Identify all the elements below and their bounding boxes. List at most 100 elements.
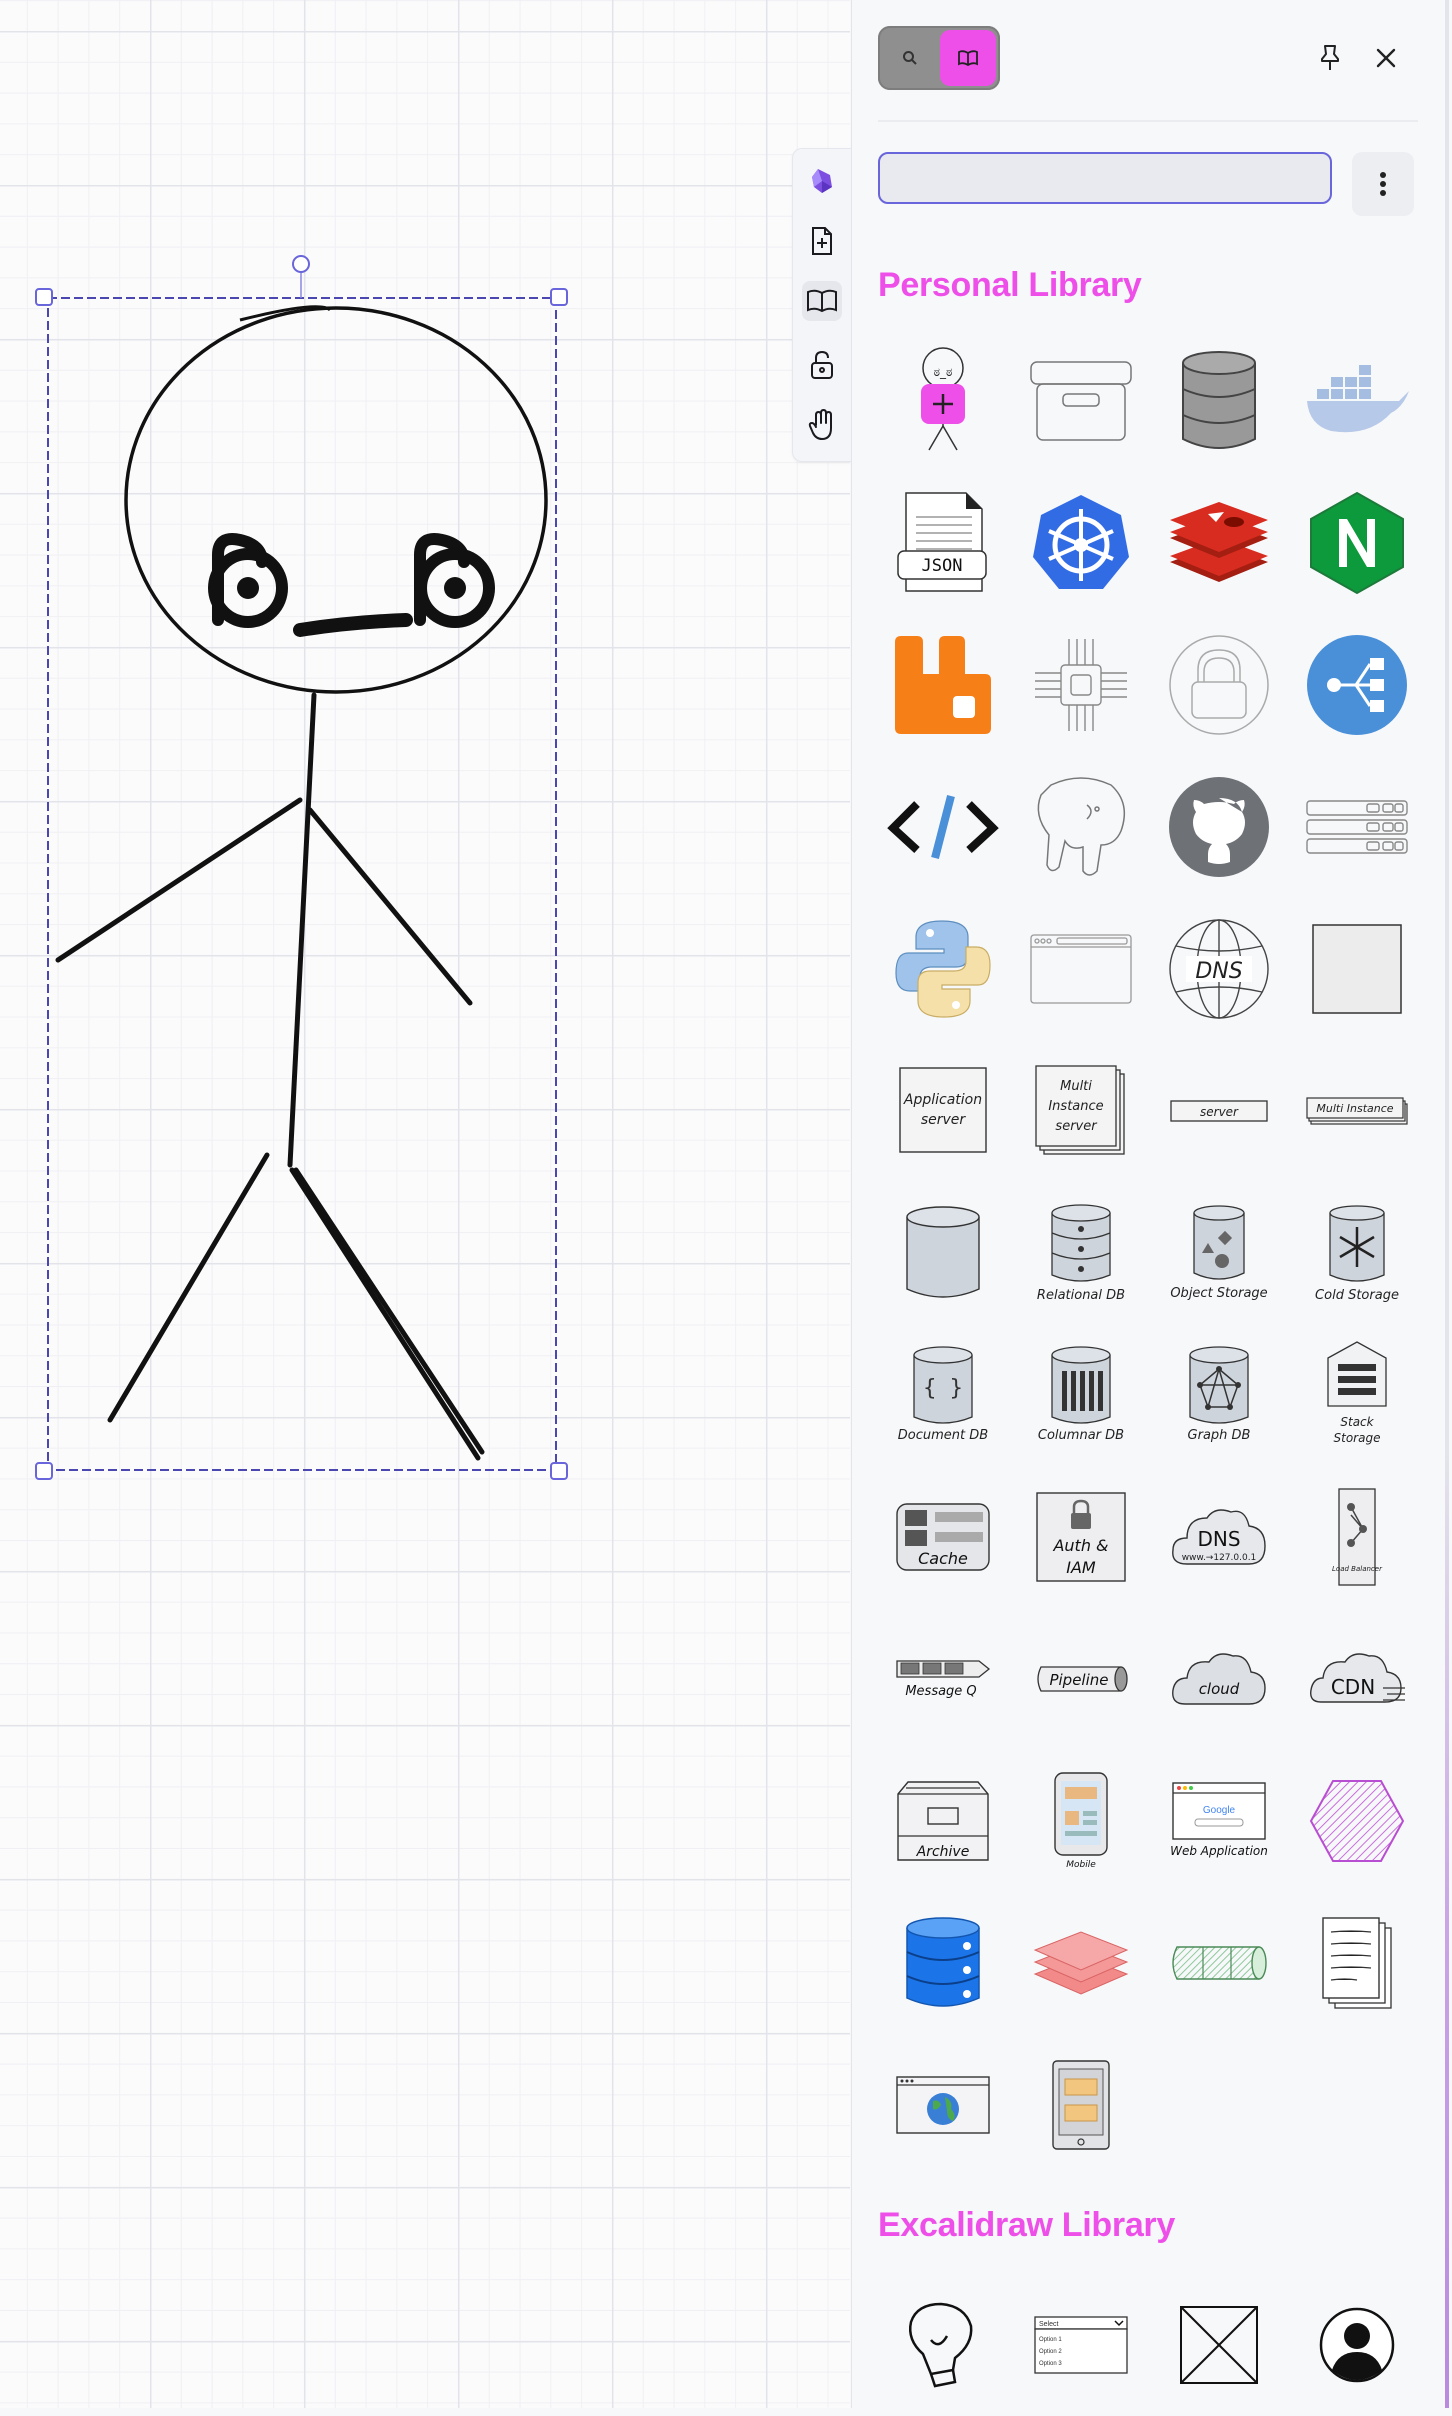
resize-handle-nw[interactable] xyxy=(35,288,53,306)
app-server-label-2: server xyxy=(921,1112,967,1128)
postgresql-elephant-icon xyxy=(1037,777,1126,876)
rabbitmq-icon xyxy=(895,636,991,734)
library-item-auth-iam[interactable]: Auth & IAM xyxy=(1012,1466,1150,1608)
unlock-button[interactable] xyxy=(802,345,842,385)
library-item-database[interactable] xyxy=(1150,330,1288,472)
message-queue-icon: Message Q xyxy=(896,1660,991,1699)
library-item-python[interactable] xyxy=(874,898,1012,1040)
pipeline-icon: Pipeline xyxy=(1037,1666,1128,1692)
library-item-layers[interactable] xyxy=(1012,1892,1150,2034)
library-item-cold-storage[interactable]: Cold Storage xyxy=(1288,1182,1426,1324)
library-item-json-file[interactable]: JSON xyxy=(874,472,1012,614)
library-item-docker[interactable] xyxy=(1288,330,1426,472)
library-item-kubernetes[interactable] xyxy=(1012,472,1150,614)
obsidian-button[interactable] xyxy=(802,161,842,201)
dns-cloud-sublabel: www.→127.0.0.1 xyxy=(1182,1553,1257,1563)
lock-circle-icon xyxy=(1169,635,1269,735)
library-item-server[interactable]: server xyxy=(1150,1040,1288,1182)
object-storage-icon: Object Storage xyxy=(1170,1205,1268,1301)
docker-whale-icon xyxy=(1307,365,1409,433)
library-button[interactable] xyxy=(802,281,842,321)
library-item-browser-window[interactable] xyxy=(1012,898,1150,1040)
library-item-tablet[interactable] xyxy=(1012,2034,1150,2176)
library-item-storage-box[interactable] xyxy=(1012,330,1150,472)
tab-search[interactable] xyxy=(882,30,938,86)
library-item-multi-instance[interactable]: Multi Instance xyxy=(1288,1040,1426,1182)
google-label: Google xyxy=(1203,1805,1236,1816)
message-queue-label: Message Q xyxy=(905,1684,976,1699)
library-item-github[interactable] xyxy=(1150,756,1288,898)
close-button[interactable] xyxy=(1366,38,1406,78)
library-item-cache[interactable]: Cache xyxy=(874,1466,1012,1608)
library-item-load-balancer-logo[interactable] xyxy=(1288,614,1426,756)
library-item-load-balancer[interactable]: Load Balancer xyxy=(1288,1466,1426,1608)
stick-figure-drawing[interactable] xyxy=(0,0,850,1500)
graph-db-icon: Graph DB xyxy=(1188,1346,1251,1443)
scroll-accent-edge xyxy=(1445,0,1449,2408)
columnar-db-icon: Columnar DB xyxy=(1038,1346,1124,1443)
drawing-canvas[interactable] xyxy=(0,0,850,2408)
library-item-archive[interactable]: Archive xyxy=(874,1750,1012,1892)
resize-handle-ne[interactable] xyxy=(550,288,568,306)
library-item-blue-database[interactable] xyxy=(874,1892,1012,2034)
stack-storage-icon: Stack Storage xyxy=(1327,1341,1387,1445)
pin-button[interactable] xyxy=(1310,38,1350,78)
library-item-dns-globe[interactable]: DNS xyxy=(1150,898,1288,1040)
web-app-label: Web Application xyxy=(1170,1844,1268,1858)
personal-library-title: Personal Library xyxy=(878,266,1142,304)
library-search-input[interactable] xyxy=(878,152,1332,204)
library-item-pipeline[interactable]: Pipeline xyxy=(1012,1608,1150,1750)
library-item-mobile[interactable]: Mobile xyxy=(1012,1750,1150,1892)
library-item-placeholder-box[interactable] xyxy=(1150,2274,1288,2416)
library-item-chip[interactable] xyxy=(1012,614,1150,756)
library-item-stickman-add[interactable]: ಠ_ಠ xyxy=(874,330,1012,472)
rotation-handle[interactable] xyxy=(292,255,310,273)
document-db-icon: { } Document DB xyxy=(898,1346,988,1443)
columnar-db-label: Columnar DB xyxy=(1038,1428,1124,1443)
library-item-browser-globe[interactable] xyxy=(874,2034,1012,2176)
library-item-postgresql[interactable] xyxy=(1012,756,1150,898)
library-item-web-application[interactable]: Google Web Application xyxy=(1150,1750,1288,1892)
library-item-object-storage[interactable]: Object Storage xyxy=(1150,1182,1288,1324)
archive-label: Archive xyxy=(916,1844,970,1860)
library-item-multi-instance-server[interactable]: Multi Instance server xyxy=(1012,1040,1150,1182)
library-item-relational-db[interactable]: Relational DB xyxy=(1012,1182,1150,1324)
library-item-lightbulb[interactable] xyxy=(874,2274,1012,2416)
library-item-message-queue[interactable]: Message Q xyxy=(874,1608,1012,1750)
library-item-cdn[interactable]: CDN xyxy=(1288,1608,1426,1750)
library-item-dns-cloud[interactable]: DNS www.→127.0.0.1 xyxy=(1150,1466,1288,1608)
blue-database-icon xyxy=(906,1917,980,2007)
library-item-graph-db[interactable]: Graph DB xyxy=(1150,1324,1288,1466)
library-item-application-server[interactable]: Application server xyxy=(874,1040,1012,1182)
resize-handle-sw[interactable] xyxy=(35,1462,53,1480)
library-item-hexagon[interactable] xyxy=(1288,1750,1426,1892)
hand-tool-button[interactable] xyxy=(802,405,842,445)
library-item-rabbitmq[interactable] xyxy=(874,614,1012,756)
library-item-blank-square[interactable] xyxy=(1288,898,1426,1040)
tab-library[interactable] xyxy=(940,30,996,86)
library-item-cylinder[interactable] xyxy=(874,1182,1012,1324)
library-item-documents[interactable] xyxy=(1288,1892,1426,2034)
library-item-nginx[interactable] xyxy=(1288,472,1426,614)
mobile-phone-icon: Mobile xyxy=(1054,1772,1108,1870)
library-item-green-pipe[interactable] xyxy=(1150,1892,1288,2034)
library-item-code-tag[interactable] xyxy=(874,756,1012,898)
new-file-button[interactable] xyxy=(802,221,842,261)
json-label: JSON xyxy=(922,556,963,576)
library-item-cloud[interactable]: cloud xyxy=(1150,1608,1288,1750)
resize-handle-se[interactable] xyxy=(550,1462,568,1480)
library-menu-button[interactable] xyxy=(1352,152,1414,216)
select-dropdown-icon: Select Option 1 Option 2 Option 3 xyxy=(1034,2316,1128,2374)
multi-instance-bar-icon: Multi Instance xyxy=(1306,1097,1408,1125)
library-item-server-rack[interactable] xyxy=(1288,756,1426,898)
library-item-stack-storage[interactable]: Stack Storage xyxy=(1288,1324,1426,1466)
library-item-select-dropdown[interactable]: Select Option 1 Option 2 Option 3 xyxy=(1012,2274,1150,2416)
dns-globe-icon: DNS xyxy=(1169,919,1269,1019)
library-item-lock[interactable] xyxy=(1150,614,1288,756)
library-item-redis[interactable] xyxy=(1150,472,1288,614)
load-balancer-icon: Load Balancer xyxy=(1332,1488,1383,1586)
library-item-document-db[interactable]: { } Document DB xyxy=(874,1324,1012,1466)
library-item-columnar-db[interactable]: Columnar DB xyxy=(1012,1324,1150,1466)
avatar-icon xyxy=(1319,2307,1395,2383)
library-item-avatar[interactable] xyxy=(1288,2274,1426,2416)
